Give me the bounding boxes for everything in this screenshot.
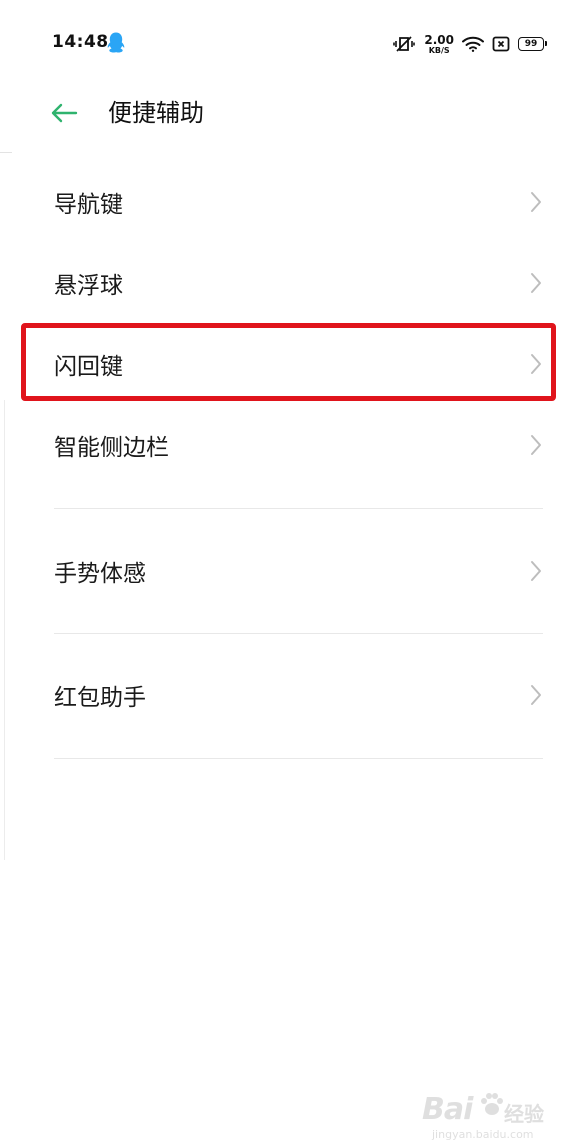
- menu-item-label: 闪回键: [54, 354, 123, 380]
- net-speed-unit: KB/S: [428, 45, 450, 55]
- menu-item-label: 悬浮球: [54, 273, 123, 299]
- qq-notification-icon: [106, 31, 126, 55]
- no-sim-icon: [492, 36, 510, 52]
- chevron-right-icon: [531, 354, 541, 374]
- watermark-brand: Bai: [422, 1092, 473, 1127]
- back-button[interactable]: [44, 98, 84, 128]
- battery-level: 99: [524, 39, 538, 49]
- menu-item-label: 智能侧边栏: [54, 435, 169, 461]
- wifi-icon: [462, 36, 484, 52]
- section-divider: [54, 758, 543, 759]
- menu-item-flashback-key[interactable]: 闪回键: [0, 328, 580, 400]
- status-icons: 2.00 KB/S 99: [392, 30, 547, 58]
- net-speed-value: 2.00: [424, 32, 454, 47]
- chevron-right-icon: [531, 685, 541, 705]
- status-bar: 14:48 2.00 KB/S 99: [0, 0, 580, 88]
- watermark-cn: 经验: [504, 1102, 544, 1126]
- chevron-right-icon: [531, 192, 541, 212]
- page-title: 便捷辅助: [108, 99, 204, 127]
- paw-icon: [478, 1092, 504, 1122]
- menu-item-label: 手势体感: [54, 561, 146, 587]
- chevron-right-icon: [531, 273, 541, 293]
- menu-item-red-packet-assistant[interactable]: 红包助手: [0, 659, 580, 731]
- baidu-jingyan-watermark: Bai 经验 jingyan.baidu.com: [422, 1082, 552, 1142]
- menu-item-floating-ball[interactable]: 悬浮球: [0, 247, 580, 319]
- vibrate-mute-icon: [392, 35, 416, 53]
- edge-tick: [0, 152, 12, 153]
- menu-item-navigation-keys[interactable]: 导航键: [0, 166, 580, 238]
- status-time: 14:48: [52, 32, 109, 52]
- menu-item-label: 红包助手: [54, 685, 146, 711]
- chevron-right-icon: [531, 435, 541, 455]
- section-divider: [54, 508, 543, 509]
- menu-item-label: 导航键: [54, 192, 123, 218]
- watermark-url: jingyan.baidu.com: [432, 1128, 534, 1141]
- arrow-left-icon: [51, 103, 78, 123]
- battery-icon: 99: [518, 37, 547, 51]
- app-header: 便捷辅助: [0, 80, 580, 146]
- net-speed-indicator: 2.00 KB/S: [424, 34, 454, 55]
- section-divider: [54, 633, 543, 634]
- chevron-right-icon: [531, 561, 541, 581]
- menu-item-smart-sidebar[interactable]: 智能侧边栏: [0, 409, 580, 481]
- menu-item-gesture-motion[interactable]: 手势体感: [0, 535, 580, 607]
